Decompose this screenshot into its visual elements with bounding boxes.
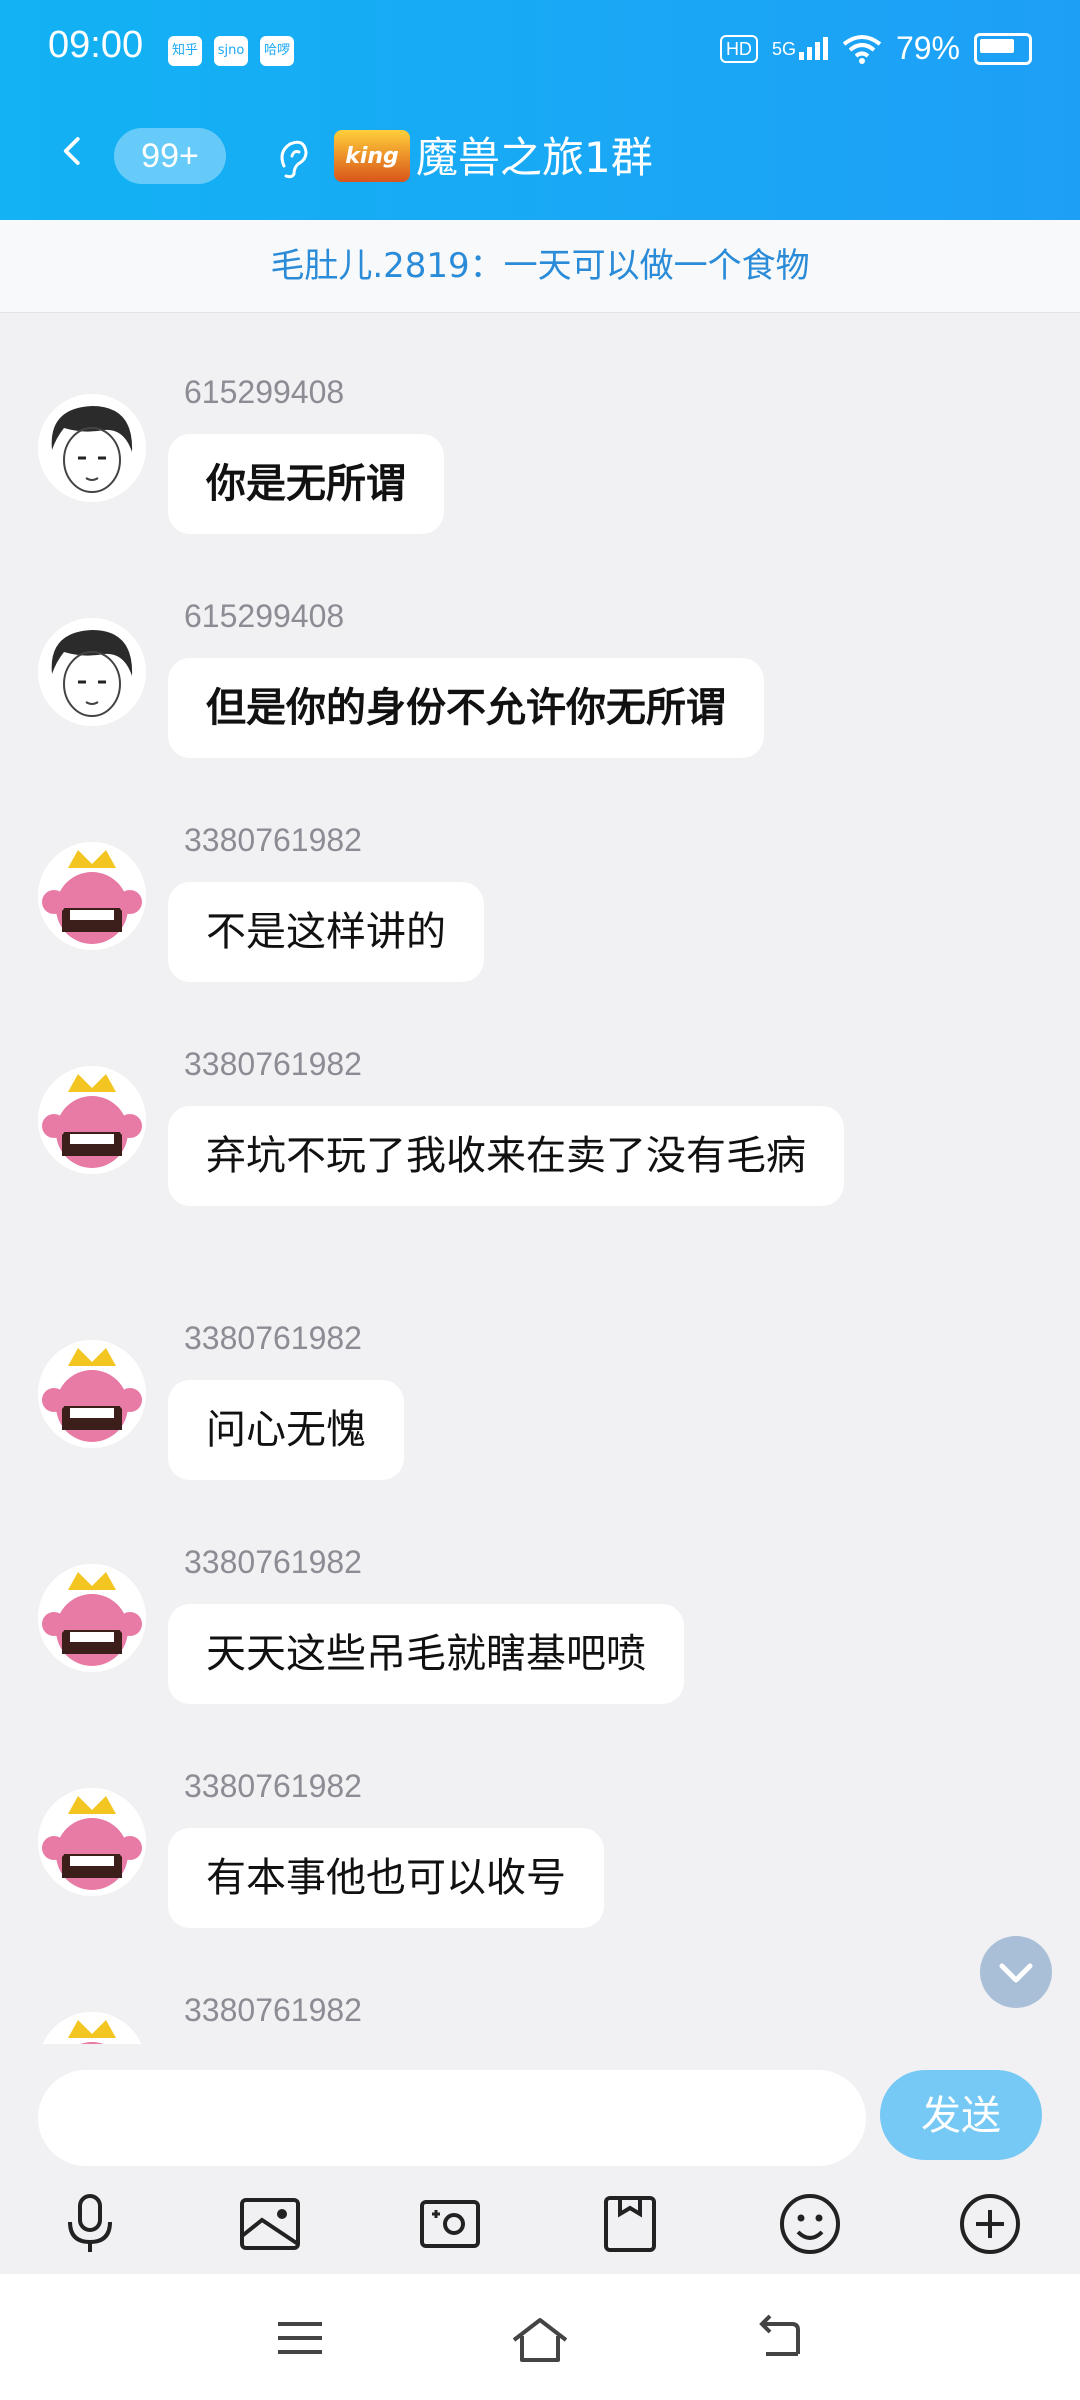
hello-app-icon: 哈啰 bbox=[260, 36, 294, 66]
file-icon[interactable] bbox=[594, 2188, 666, 2260]
header: 09:00 知乎 sjno 哈啰 HD 5G 79% 99+ king 魔兽之旅… bbox=[0, 0, 1080, 220]
message-bubble[interactable]: 你是无所谓 bbox=[168, 434, 444, 534]
avatar[interactable] bbox=[38, 2012, 146, 2044]
menu-icon[interactable] bbox=[272, 2314, 328, 2362]
message-input[interactable] bbox=[38, 2070, 866, 2166]
sender-name: 3380761982 bbox=[184, 1544, 362, 1580]
scroll-to-bottom-button[interactable] bbox=[980, 1936, 1052, 2008]
chevron-down-icon bbox=[999, 1963, 1033, 1983]
status-bar: 09:00 知乎 sjno 哈啰 HD 5G 79% bbox=[0, 0, 1080, 100]
system-navigation-bar bbox=[0, 2274, 1080, 2400]
chat-nav-bar: 99+ king 魔兽之旅1群 bbox=[0, 118, 1080, 208]
send-button[interactable]: 发送 bbox=[880, 2070, 1042, 2160]
battery-percent: 79% bbox=[895, 30, 960, 66]
ear-listen-icon[interactable] bbox=[272, 136, 312, 180]
sender-name: 3380761982 bbox=[184, 1320, 362, 1356]
avatar[interactable] bbox=[38, 1340, 146, 1448]
signal-5g-icon: 5G bbox=[772, 37, 828, 60]
pinned-message-banner[interactable]: 毛肚儿.2819：一天可以做一个食物 bbox=[0, 220, 1080, 313]
message-bubble[interactable]: 天天这些吊毛就瞎基吧喷 bbox=[168, 1604, 684, 1704]
avatar[interactable] bbox=[38, 1066, 146, 1174]
avatar[interactable] bbox=[38, 1564, 146, 1672]
avatar[interactable] bbox=[38, 618, 146, 726]
avatar[interactable] bbox=[38, 842, 146, 950]
group-name[interactable]: 魔兽之旅1群 bbox=[416, 130, 653, 186]
image-icon[interactable] bbox=[234, 2188, 306, 2260]
message-bubble[interactable]: 有本事他也可以收号 bbox=[168, 1828, 604, 1928]
back-nav-icon[interactable] bbox=[752, 2314, 808, 2362]
status-time: 09:00 bbox=[48, 24, 144, 66]
notification-icons: 知乎 sjno 哈啰 bbox=[168, 36, 294, 66]
group-logo-icon: king bbox=[334, 130, 410, 182]
battery-icon bbox=[974, 32, 1032, 65]
emoji-icon[interactable] bbox=[774, 2188, 846, 2260]
sender-name: 3380761982 bbox=[184, 1046, 362, 1082]
network-type: 5G bbox=[771, 39, 796, 59]
wifi-icon bbox=[842, 34, 882, 64]
back-arrow-icon[interactable] bbox=[56, 136, 86, 166]
sender-name: 3380761982 bbox=[184, 822, 362, 858]
sender-name: 615299408 bbox=[184, 374, 345, 410]
unread-count-badge[interactable]: 99+ bbox=[114, 128, 226, 184]
composer-toolbar bbox=[0, 2184, 1080, 2274]
plus-icon[interactable] bbox=[954, 2188, 1026, 2260]
message-bubble[interactable]: 但是你的身份不允许你无所谓 bbox=[168, 658, 764, 758]
microphone-icon[interactable] bbox=[54, 2188, 126, 2260]
camera-icon[interactable] bbox=[414, 2188, 486, 2260]
home-icon[interactable] bbox=[508, 2314, 572, 2366]
sender-name: 615299408 bbox=[184, 598, 345, 634]
avatar[interactable] bbox=[38, 394, 146, 502]
avatar[interactable] bbox=[38, 1788, 146, 1896]
system-indicators: HD 5G 79% bbox=[719, 30, 1032, 67]
sender-name: 3380761982 bbox=[184, 1992, 362, 2028]
zhihu-app-icon: 知乎 bbox=[168, 36, 202, 66]
sina-app-icon: sjno bbox=[214, 36, 248, 66]
sender-name: 3380761982 bbox=[184, 1768, 362, 1804]
message-composer: 发送 bbox=[0, 2044, 1080, 2274]
chat-message-list[interactable]: 615299408 你是无所谓 615299408 但是你的身份不允许你无所谓 bbox=[0, 312, 1080, 2044]
message-bubble[interactable]: 问心无愧 bbox=[168, 1380, 404, 1480]
message-bubble[interactable]: 弃坑不玩了我收来在卖了没有毛病 bbox=[168, 1106, 844, 1206]
message-bubble[interactable]: 不是这样讲的 bbox=[168, 882, 484, 982]
hd-icon: HD bbox=[719, 34, 758, 63]
